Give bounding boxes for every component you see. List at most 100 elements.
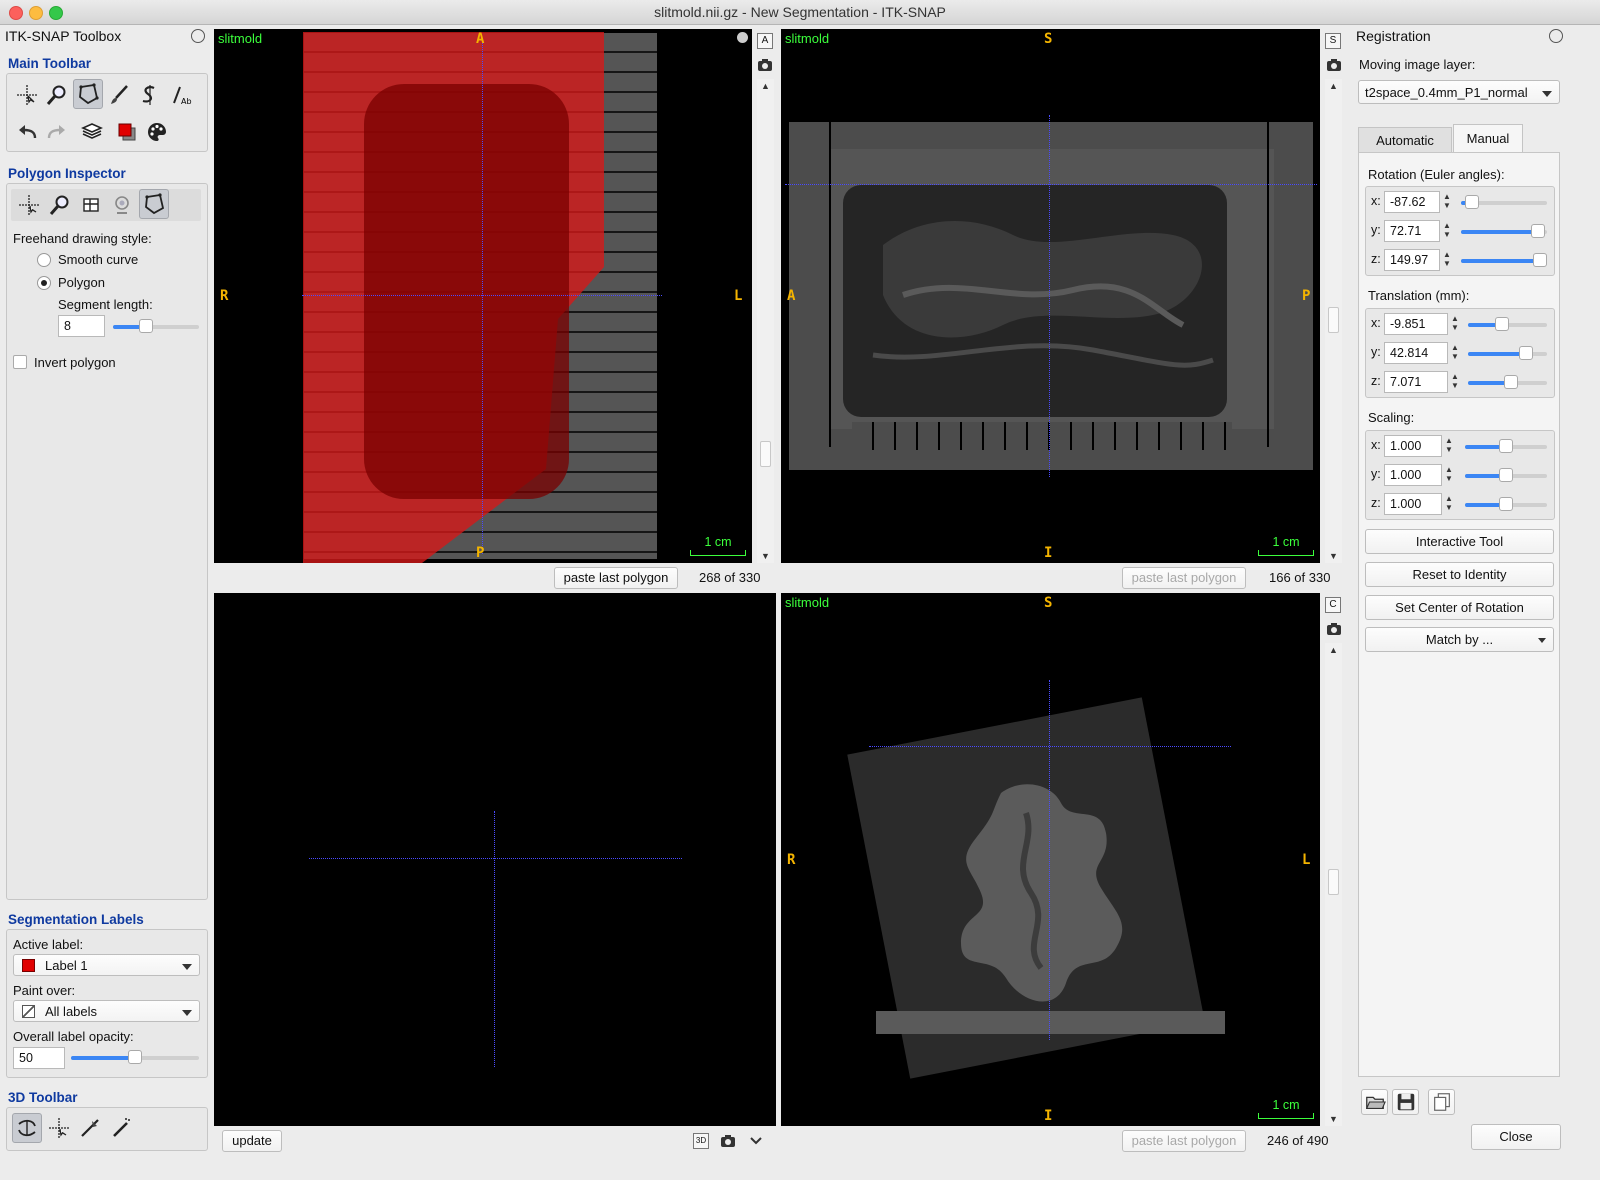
scroll-up-icon[interactable]: ▲ (1325, 643, 1342, 657)
3d-camera-icon[interactable] (720, 1134, 736, 1148)
scroll-down-icon[interactable]: ▼ (757, 549, 774, 563)
interactive-tool-button[interactable]: Interactive Tool (1365, 529, 1554, 554)
opacity-input[interactable]: 50 (13, 1047, 65, 1069)
scaling-value-input[interactable]: 1.000 (1384, 493, 1442, 515)
layers-icon[interactable] (77, 117, 107, 147)
set-center-rotation-button[interactable]: Set Center of Rotation (1365, 595, 1554, 620)
undo-icon[interactable] (12, 117, 42, 147)
coronal-camera-icon[interactable] (1326, 622, 1342, 636)
scaling-value-input[interactable]: 1.000 (1384, 464, 1442, 486)
detach-toolbox-icon[interactable] (191, 29, 205, 43)
inspector-crosshair-icon[interactable] (14, 190, 44, 220)
translation-value-input[interactable]: -9.851 (1384, 313, 1448, 335)
minimize-window-button[interactable] (29, 6, 43, 20)
sagittal-slice-scrollbar[interactable]: ▲ ▼ (1325, 79, 1342, 563)
axial-paste-polygon-button[interactable]: paste last polygon (554, 567, 678, 589)
translation-value-input[interactable]: 42.814 (1384, 342, 1448, 364)
3d-view[interactable] (214, 593, 776, 1126)
3d-crosshair-icon[interactable] (44, 1113, 74, 1143)
tab-manual[interactable]: Manual (1453, 124, 1523, 153)
rotation-value-input[interactable]: 72.71 (1384, 220, 1440, 242)
spinner-arrows-icon[interactable]: ▲ ▼ (1448, 343, 1462, 361)
zoom-tool-icon[interactable] (42, 80, 72, 110)
axial-camera-icon[interactable] (757, 58, 773, 72)
smooth-curve-radio[interactable] (37, 253, 51, 267)
polygon-radio[interactable] (37, 276, 51, 290)
3d-options-chevron-icon[interactable] (749, 1134, 763, 1148)
inspector-zoom-icon[interactable] (45, 190, 75, 220)
3d-update-button[interactable]: update (222, 1130, 282, 1152)
inspector-snake-icon[interactable] (107, 190, 137, 220)
open-transform-button[interactable] (1361, 1089, 1388, 1115)
axial-options-icon[interactable] (737, 32, 748, 43)
label-color-icon[interactable] (112, 117, 142, 147)
tab-automatic[interactable]: Automatic (1358, 127, 1452, 152)
crosshair-tool-icon[interactable] (12, 80, 42, 110)
axial-mode-icon[interactable]: A (757, 33, 773, 49)
scaling-slider[interactable] (1465, 439, 1547, 453)
axial-scroll-thumb[interactable] (760, 441, 771, 467)
scroll-up-icon[interactable]: ▲ (757, 79, 774, 93)
scroll-down-icon[interactable]: ▼ (1325, 1112, 1342, 1126)
scaling-slider[interactable] (1465, 497, 1547, 511)
coronal-scroll-thumb[interactable] (1328, 869, 1339, 895)
close-button[interactable]: Close (1471, 1124, 1561, 1150)
spinner-arrows-icon[interactable]: ▲ ▼ (1440, 192, 1454, 210)
axial-slice-scrollbar[interactable]: ▲ ▼ (757, 79, 774, 563)
reset-identity-button[interactable]: Reset to Identity (1365, 562, 1554, 587)
zoom-window-button[interactable] (49, 6, 63, 20)
opacity-slider[interactable] (71, 1050, 199, 1064)
translation-slider[interactable] (1468, 346, 1547, 360)
scaling-slider[interactable] (1465, 468, 1547, 482)
segment-length-input[interactable]: 8 (58, 315, 105, 337)
spinner-arrows-icon[interactable]: ▲ ▼ (1442, 465, 1456, 483)
3d-mode-icon[interactable]: 3D (693, 1133, 709, 1149)
inspector-grid-icon[interactable] (76, 190, 106, 220)
active-label-combo[interactable]: Label 1 (13, 954, 200, 976)
redo-icon[interactable] (42, 117, 72, 147)
translation-value-input[interactable]: 7.071 (1384, 371, 1448, 393)
3d-scalpel-icon[interactable] (75, 1113, 105, 1143)
rotation-slider[interactable] (1461, 195, 1547, 209)
scroll-up-icon[interactable]: ▲ (1325, 79, 1342, 93)
palette-icon[interactable] (142, 117, 172, 147)
spinner-arrows-icon[interactable]: ▲ ▼ (1448, 372, 1462, 390)
sagittal-paste-polygon-button[interactable]: paste last polygon (1122, 567, 1246, 589)
spinner-arrows-icon[interactable]: ▲ ▼ (1440, 250, 1454, 268)
rotation-value-input[interactable]: -87.62 (1384, 191, 1440, 213)
copy-transform-button[interactable] (1428, 1089, 1455, 1115)
annotation-tool-icon[interactable]: Ab (166, 80, 196, 110)
spinner-arrows-icon[interactable]: ▲ ▼ (1442, 436, 1456, 454)
sagittal-scroll-thumb[interactable] (1328, 307, 1339, 333)
rotation-slider[interactable] (1461, 224, 1547, 238)
spinner-arrows-icon[interactable]: ▲ ▼ (1448, 314, 1462, 332)
inspector-polygon-icon[interactable] (139, 189, 169, 219)
invert-polygon-checkbox[interactable] (13, 355, 27, 369)
scaling-value-input[interactable]: 1.000 (1384, 435, 1442, 457)
3d-rotate-icon[interactable] (12, 1113, 42, 1143)
coronal-view[interactable]: slitmold S I R L 1 cm (781, 593, 1320, 1126)
translation-slider[interactable] (1468, 375, 1547, 389)
rotation-slider[interactable] (1461, 253, 1547, 267)
polygon-tool-icon[interactable] (73, 79, 103, 109)
coronal-paste-polygon-button[interactable]: paste last polygon (1122, 1130, 1246, 1152)
sagittal-mode-icon[interactable]: S (1325, 33, 1341, 49)
3d-spray-icon[interactable] (106, 1113, 136, 1143)
coronal-slice-scrollbar[interactable]: ▲ ▼ (1325, 643, 1342, 1126)
moving-layer-combo[interactable]: t2space_0.4mm_P1_normal (1358, 80, 1560, 104)
sagittal-view[interactable]: slitmold S I A P 1 cm (781, 29, 1320, 563)
match-by-button[interactable]: Match by ... (1365, 627, 1554, 652)
rotation-value-input[interactable]: 149.97 (1384, 249, 1440, 271)
paint-over-combo[interactable]: All labels (13, 1000, 200, 1022)
save-transform-button[interactable] (1392, 1089, 1419, 1115)
translation-slider[interactable] (1468, 317, 1547, 331)
spinner-arrows-icon[interactable]: ▲ ▼ (1440, 221, 1454, 239)
scroll-down-icon[interactable]: ▼ (1325, 549, 1342, 563)
axial-view[interactable]: slitmold A P R L 1 cm (214, 29, 752, 563)
paintbrush-tool-icon[interactable] (104, 80, 134, 110)
spinner-arrows-icon[interactable]: ▲ ▼ (1442, 494, 1456, 512)
detach-registration-icon[interactable] (1549, 29, 1563, 43)
coronal-mode-icon[interactable]: C (1325, 597, 1341, 613)
segment-length-slider[interactable] (113, 319, 199, 333)
snake-tool-icon[interactable] (135, 80, 165, 110)
